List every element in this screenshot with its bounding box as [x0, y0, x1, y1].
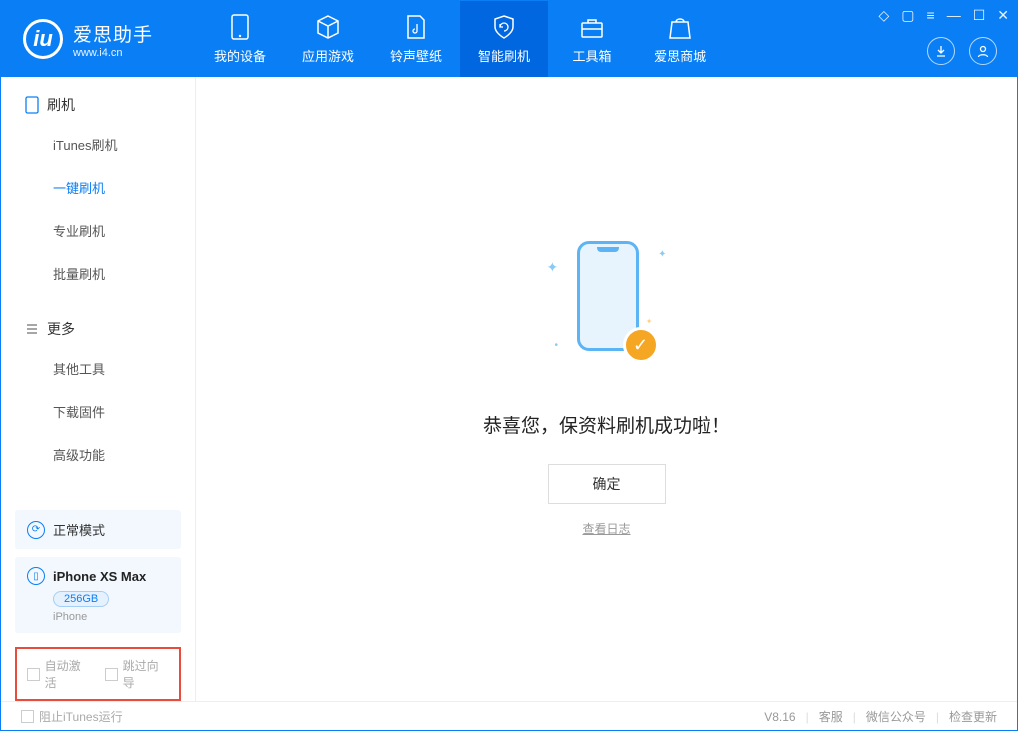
device-phone-icon: ▯ [27, 567, 45, 585]
sidebar-item-pro-flash[interactable]: 专业刷机 [1, 209, 195, 252]
block-itunes-checkbox[interactable]: 阻止iTunes运行 [21, 708, 123, 725]
maximize-icon[interactable]: ☐ [973, 7, 986, 24]
app-title: 爱思助手 [73, 20, 153, 47]
wechat-link[interactable]: 微信公众号 [866, 708, 926, 725]
sparkle-icon: ✦ [547, 259, 559, 276]
tab-label: 应用游戏 [302, 46, 354, 65]
sidebar-header-more: 更多 [1, 319, 195, 347]
version-label: V8.16 [764, 710, 795, 724]
shirt-icon[interactable]: ◇ [879, 7, 890, 24]
tab-label: 铃声壁纸 [390, 46, 442, 65]
auto-activate-checkbox[interactable]: 自动激活 [27, 657, 91, 691]
service-link[interactable]: 客服 [819, 708, 843, 725]
main-tabs: 我的设备 应用游戏 铃声壁纸 智能刷机 工具箱 爱思商城 [196, 1, 724, 77]
sidebar-item-itunes-flash[interactable]: iTunes刷机 [1, 123, 195, 166]
footer-right: V8.16 | 客服 | 微信公众号 | 检查更新 [764, 708, 997, 725]
sidebar-flash-section: 刷机 iTunes刷机 一键刷机 专业刷机 批量刷机 [1, 77, 195, 301]
app-logo-icon: iu [23, 19, 63, 59]
checkbox-label: 阻止iTunes运行 [39, 708, 123, 725]
music-file-icon [403, 14, 429, 40]
tab-label: 工具箱 [573, 46, 612, 65]
sidebar: 刷机 iTunes刷机 一键刷机 专业刷机 批量刷机 更多 其他工具 下载固件 … [1, 77, 196, 701]
phone-outline-icon [25, 96, 39, 114]
app-header: iu 爱思助手 www.i4.cn 我的设备 应用游戏 铃声壁纸 智能刷机 工具… [1, 1, 1017, 77]
main-content: ✦ ✦ • ✦ ✓ 恭喜您，保资料刷机成功啦！ 确定 查看日志 [196, 77, 1017, 701]
sidebar-item-other-tools[interactable]: 其他工具 [1, 347, 195, 390]
device-mode: 正常模式 [53, 520, 105, 539]
divider: | [936, 710, 939, 724]
bag-icon [667, 14, 693, 40]
tab-store[interactable]: 爱思商城 [636, 1, 724, 77]
sidebar-more-section: 更多 其他工具 下载固件 高级功能 [1, 301, 195, 482]
tab-label: 智能刷机 [478, 46, 530, 65]
checkbox-icon [27, 668, 40, 681]
close-icon[interactable]: ✕ [997, 7, 1009, 24]
tab-smart-flash[interactable]: 智能刷机 [460, 1, 548, 77]
checkbox-label: 自动激活 [45, 657, 91, 691]
checkbox-icon [21, 710, 34, 723]
mode-icon: ⟳ [27, 521, 45, 539]
app-site: www.i4.cn [73, 47, 153, 59]
check-badge-icon: ✓ [623, 327, 659, 363]
device-type: iPhone [53, 611, 169, 623]
download-button[interactable] [927, 37, 955, 65]
menu-icon[interactable]: ≡ [927, 7, 935, 24]
checkbox-label: 跳过向导 [123, 657, 169, 691]
phone-notch [597, 247, 619, 252]
toolbox-icon [579, 14, 605, 40]
list-icon [25, 322, 39, 336]
header-action-buttons [927, 37, 997, 65]
update-link[interactable]: 检查更新 [949, 708, 997, 725]
view-log-link[interactable]: 查看日志 [582, 520, 630, 537]
shield-refresh-icon [491, 14, 517, 40]
checkbox-icon [105, 668, 118, 681]
tab-ringtone-wallpaper[interactable]: 铃声壁纸 [372, 1, 460, 77]
mode-panel[interactable]: ⟳ 正常模式 [15, 510, 181, 549]
body-area: 刷机 iTunes刷机 一键刷机 专业刷机 批量刷机 更多 其他工具 下载固件 … [1, 77, 1017, 701]
divider: | [853, 710, 856, 724]
footer-left: 阻止iTunes运行 [21, 708, 123, 725]
confirm-button[interactable]: 确定 [548, 464, 666, 504]
sidebar-item-download-firmware[interactable]: 下载固件 [1, 390, 195, 433]
sidebar-item-oneclick-flash[interactable]: 一键刷机 [1, 166, 195, 209]
tab-toolbox[interactable]: 工具箱 [548, 1, 636, 77]
section-title: 刷机 [47, 95, 75, 115]
divider: | [806, 710, 809, 724]
sparkle-icon: • [555, 340, 559, 351]
sidebar-header-flash: 刷机 [1, 95, 195, 123]
feedback-icon[interactable]: ▢ [901, 7, 914, 24]
user-button[interactable] [969, 37, 997, 65]
tab-app-games[interactable]: 应用游戏 [284, 1, 372, 77]
options-highlight-box: 自动激活 跳过向导 [15, 647, 181, 701]
tab-label: 爱思商城 [654, 46, 706, 65]
device-panel[interactable]: ▯ iPhone XS Max 256GB iPhone [15, 557, 181, 633]
success-message: 恭喜您，保资料刷机成功啦！ [483, 411, 730, 438]
footer: 阻止iTunes运行 V8.16 | 客服 | 微信公众号 | 检查更新 [1, 701, 1017, 731]
minimize-icon[interactable]: — [947, 7, 961, 24]
logo-section: iu 爱思助手 www.i4.cn [1, 19, 196, 59]
logo-text: 爱思助手 www.i4.cn [73, 20, 153, 59]
device-icon [227, 14, 253, 40]
section-title: 更多 [47, 319, 75, 339]
device-name: iPhone XS Max [53, 569, 146, 584]
sidebar-item-batch-flash[interactable]: 批量刷机 [1, 252, 195, 295]
sparkle-icon: ✦ [646, 317, 653, 326]
success-illustration: ✦ ✦ • ✦ ✓ [547, 241, 667, 381]
sidebar-item-advanced[interactable]: 高级功能 [1, 433, 195, 476]
window-controls: ◇ ▢ ≡ — ☐ ✕ [879, 7, 1009, 24]
skip-wizard-checkbox[interactable]: 跳过向导 [105, 657, 169, 691]
cube-icon [315, 14, 341, 40]
device-panels: ⟳ 正常模式 ▯ iPhone XS Max 256GB iPhone [1, 510, 195, 647]
capacity-badge: 256GB [53, 591, 109, 607]
tab-my-device[interactable]: 我的设备 [196, 1, 284, 77]
tab-label: 我的设备 [214, 46, 266, 65]
sparkle-icon: ✦ [658, 249, 666, 260]
